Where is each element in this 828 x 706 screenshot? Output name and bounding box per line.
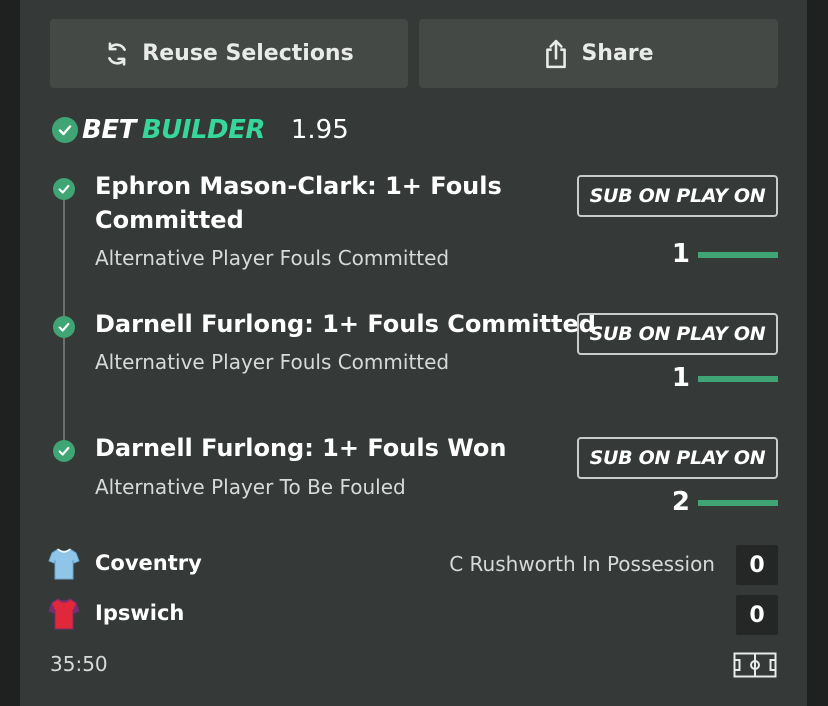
check-circle-icon <box>53 316 75 338</box>
selection-title: Darnell Furlong: 1+ Fouls Won <box>95 431 506 465</box>
away-team-name: Ipswich <box>95 601 185 625</box>
selection-title-line: Darnell Furlong: 1+ Fouls Committed <box>95 310 596 338</box>
check-circle-icon <box>53 178 75 200</box>
selection-title-line: Ephron Mason-Clark: 1+ Fouls <box>95 172 502 200</box>
bet-builder-title-builder: BUILDER <box>141 115 266 145</box>
bet-builder-title: BET BUILDER <box>82 115 265 145</box>
selection-market: Alternative Player Fouls Committed <box>95 246 450 270</box>
selection-title: Darnell Furlong: 1+ Fouls Committed <box>95 307 596 341</box>
bet-builder-header: BET BUILDER 1.95 <box>52 112 349 148</box>
progress-bar <box>698 500 778 506</box>
match-clock: 35:50 <box>50 652 108 676</box>
possession-status: C Rushworth In Possession <box>449 552 715 576</box>
share-label: Share <box>581 41 654 66</box>
progress-count: 1 <box>671 363 690 393</box>
share-button[interactable]: Share <box>419 19 778 88</box>
check-circle-icon <box>52 117 78 143</box>
selection-title-line: Committed <box>95 206 244 234</box>
bet-odds: 1.95 <box>290 115 349 145</box>
home-team-name: Coventry <box>95 551 202 575</box>
selection-title-line: Darnell Furlong: 1+ Fouls Won <box>95 434 507 462</box>
away-score: 0 <box>736 595 778 635</box>
selection-title: Ephron Mason-Clark: 1+ Fouls Committed <box>95 169 502 237</box>
check-circle-icon <box>53 440 75 462</box>
progress-bar <box>698 252 778 258</box>
share-icon <box>546 39 567 68</box>
selection-market: Alternative Player To Be Fouled <box>95 475 406 499</box>
progress-bar <box>698 376 778 382</box>
sub-on-play-on-badge: SUB ON PLAY ON <box>577 313 778 355</box>
reuse-selections-label: Reuse Selections <box>142 41 354 66</box>
shirt-icon <box>48 598 80 630</box>
pitch-icon[interactable] <box>733 652 777 678</box>
home-score: 0 <box>736 545 778 585</box>
progress-count: 2 <box>671 487 690 517</box>
selection-market: Alternative Player Fouls Committed <box>95 350 450 374</box>
progress-count: 1 <box>671 239 690 269</box>
refresh-icon <box>108 41 127 66</box>
sub-on-play-on-badge: SUB ON PLAY ON <box>577 437 778 479</box>
sub-on-play-on-badge: SUB ON PLAY ON <box>577 175 778 217</box>
reuse-selections-button[interactable]: Reuse Selections <box>50 19 408 88</box>
bet-builder-title-bet: BET <box>82 115 136 145</box>
shirt-icon <box>48 548 80 580</box>
bet-card: Reuse Selections Share BET BUILDER 1.95 E… <box>20 0 807 706</box>
